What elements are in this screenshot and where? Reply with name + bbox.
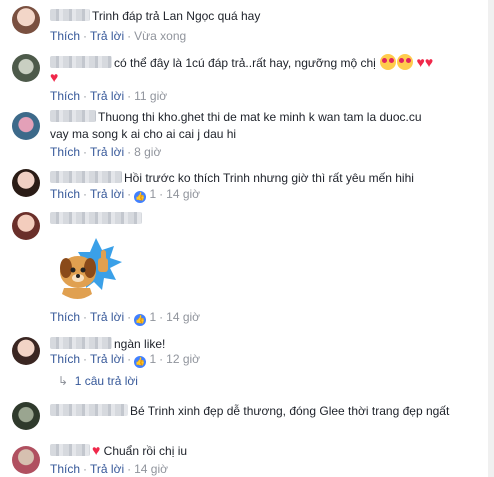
comment-text: Hồi trước ko thích Trinh nhưng giờ thì r… — [124, 171, 414, 185]
heart-icon: ♥ — [50, 69, 59, 85]
reply-link[interactable]: Trả lời — [90, 462, 124, 476]
reply-link[interactable]: Trả lời — [90, 89, 124, 103]
comment-item: ngàn like! Thích · Trả lời · 👍 1 · 12 giờ ↳ 1 … — [0, 333, 494, 391]
comment-text: Chuẩn rồi chị iu — [103, 444, 188, 458]
reply-arrow-icon: ↳ — [58, 374, 69, 388]
avatar[interactable] — [12, 6, 40, 34]
reply-link[interactable]: Trả lời — [90, 145, 124, 159]
comment-item: Thuong thi kho.ghet thi de mat ke minh k… — [0, 108, 494, 164]
comment-text: ngàn like! — [114, 337, 166, 351]
heart-eyes-emoji-icon — [397, 54, 414, 70]
reply-link[interactable]: Trả lời — [90, 352, 124, 366]
comment-item: Trinh đáp trả Lan Ngọc quá hay Thích · Trả… — [0, 4, 494, 48]
dog-thumbs-up-sticker[interactable] — [52, 232, 124, 304]
comment-item: Hồi trước ko thích Trinh nhưng giờ thì r… — [0, 165, 494, 207]
like-count-icon: 👍 — [134, 191, 147, 203]
reply-link[interactable]: Trả lời — [90, 310, 124, 324]
timestamp[interactable]: 14 giờ — [166, 187, 200, 201]
commenter-name[interactable] — [50, 9, 90, 21]
commenter-name[interactable] — [50, 444, 90, 456]
timestamp[interactable]: Vừa xong — [134, 29, 186, 43]
avatar[interactable] — [12, 54, 40, 82]
avatar[interactable] — [12, 212, 40, 240]
like-count-icon: 👍 — [134, 314, 147, 326]
like-link[interactable]: Thích — [50, 145, 80, 159]
like-count-icon: 👍 — [134, 356, 147, 368]
commenter-name[interactable] — [50, 171, 122, 183]
heart-eyes-emoji-icon — [380, 54, 397, 70]
commenter-name[interactable] — [50, 337, 112, 349]
commenter-name[interactable] — [50, 404, 128, 416]
like-link[interactable]: Thích — [50, 352, 80, 366]
comment-text: có thể đây là 1cú đáp trả..rất hay, ngưỡ… — [114, 56, 376, 70]
view-replies-link[interactable]: ↳ 1 câu trả lời — [58, 374, 138, 388]
comment-actions: Thích · Trả lời · 14 giờ — [50, 462, 168, 476]
heart-icon: ♥ — [416, 54, 425, 70]
comment-actions: Thích · Trả lời · Vừa xong — [50, 29, 187, 43]
comment-actions: Thích · Trả lời · 👍 1 · 12 giờ — [50, 352, 201, 368]
avatar[interactable] — [12, 169, 40, 197]
timestamp[interactable]: 14 giờ — [166, 310, 200, 324]
comment-item: Thích · Trả lời · 👍 1 · 14 giờ — [0, 208, 494, 328]
avatar[interactable] — [12, 337, 40, 365]
comment-item: có thể đây là 1cú đáp trả..rất hay, ngưỡ… — [0, 50, 494, 105]
like-link[interactable]: Thích — [50, 310, 80, 324]
heart-icon: ♥ — [424, 54, 434, 70]
comment-text: Trinh đáp trả Lan Ngọc quá hay — [92, 9, 261, 23]
like-link[interactable]: Thích — [50, 89, 80, 103]
timestamp[interactable]: 14 giờ — [134, 462, 168, 476]
comment-actions: Thích · Trả lời · 👍 1 · 14 giờ — [50, 310, 201, 326]
like-link[interactable]: Thích — [50, 462, 80, 476]
comment-text: Thuong thi kho.ghet thi de mat ke minh k… — [98, 110, 422, 124]
comment-item: ♥ Chuẩn rồi chị iu Thích · Trả lời · 14 giờ — [0, 436, 494, 477]
comment-text: vay ma song k ai cho ai cai j dau hi — [50, 127, 237, 141]
comment-actions: Thích · Trả lời · 11 giờ — [50, 89, 168, 103]
timestamp[interactable]: 8 giờ — [134, 145, 161, 159]
timestamp[interactable]: 12 giờ — [166, 352, 200, 366]
heart-icon: ♥ — [92, 442, 101, 458]
avatar[interactable] — [12, 112, 40, 140]
timestamp[interactable]: 11 giờ — [134, 89, 167, 103]
like-link[interactable]: Thích — [50, 187, 80, 201]
commenter-name[interactable] — [50, 110, 96, 122]
replies-count[interactable]: 1 câu trả lời — [75, 374, 138, 388]
commenter-name[interactable] — [50, 212, 142, 224]
avatar[interactable] — [12, 402, 40, 430]
comment-actions: Thích · Trả lời · 8 giờ — [50, 145, 162, 159]
comment-actions: Thích · Trả lời · 👍 1 · 14 giờ — [50, 187, 201, 203]
commenter-name[interactable] — [50, 56, 112, 68]
like-link[interactable]: Thích — [50, 29, 80, 43]
comment-text: Bé Trinh xinh đẹp dễ thương, đóng Glee t… — [130, 404, 450, 418]
avatar[interactable] — [12, 446, 40, 474]
reply-link[interactable]: Trả lời — [90, 187, 124, 201]
reply-link[interactable]: Trả lời — [90, 29, 124, 43]
comment-item: Bé Trinh xinh đẹp dễ thương, đóng Glee t… — [0, 398, 494, 432]
